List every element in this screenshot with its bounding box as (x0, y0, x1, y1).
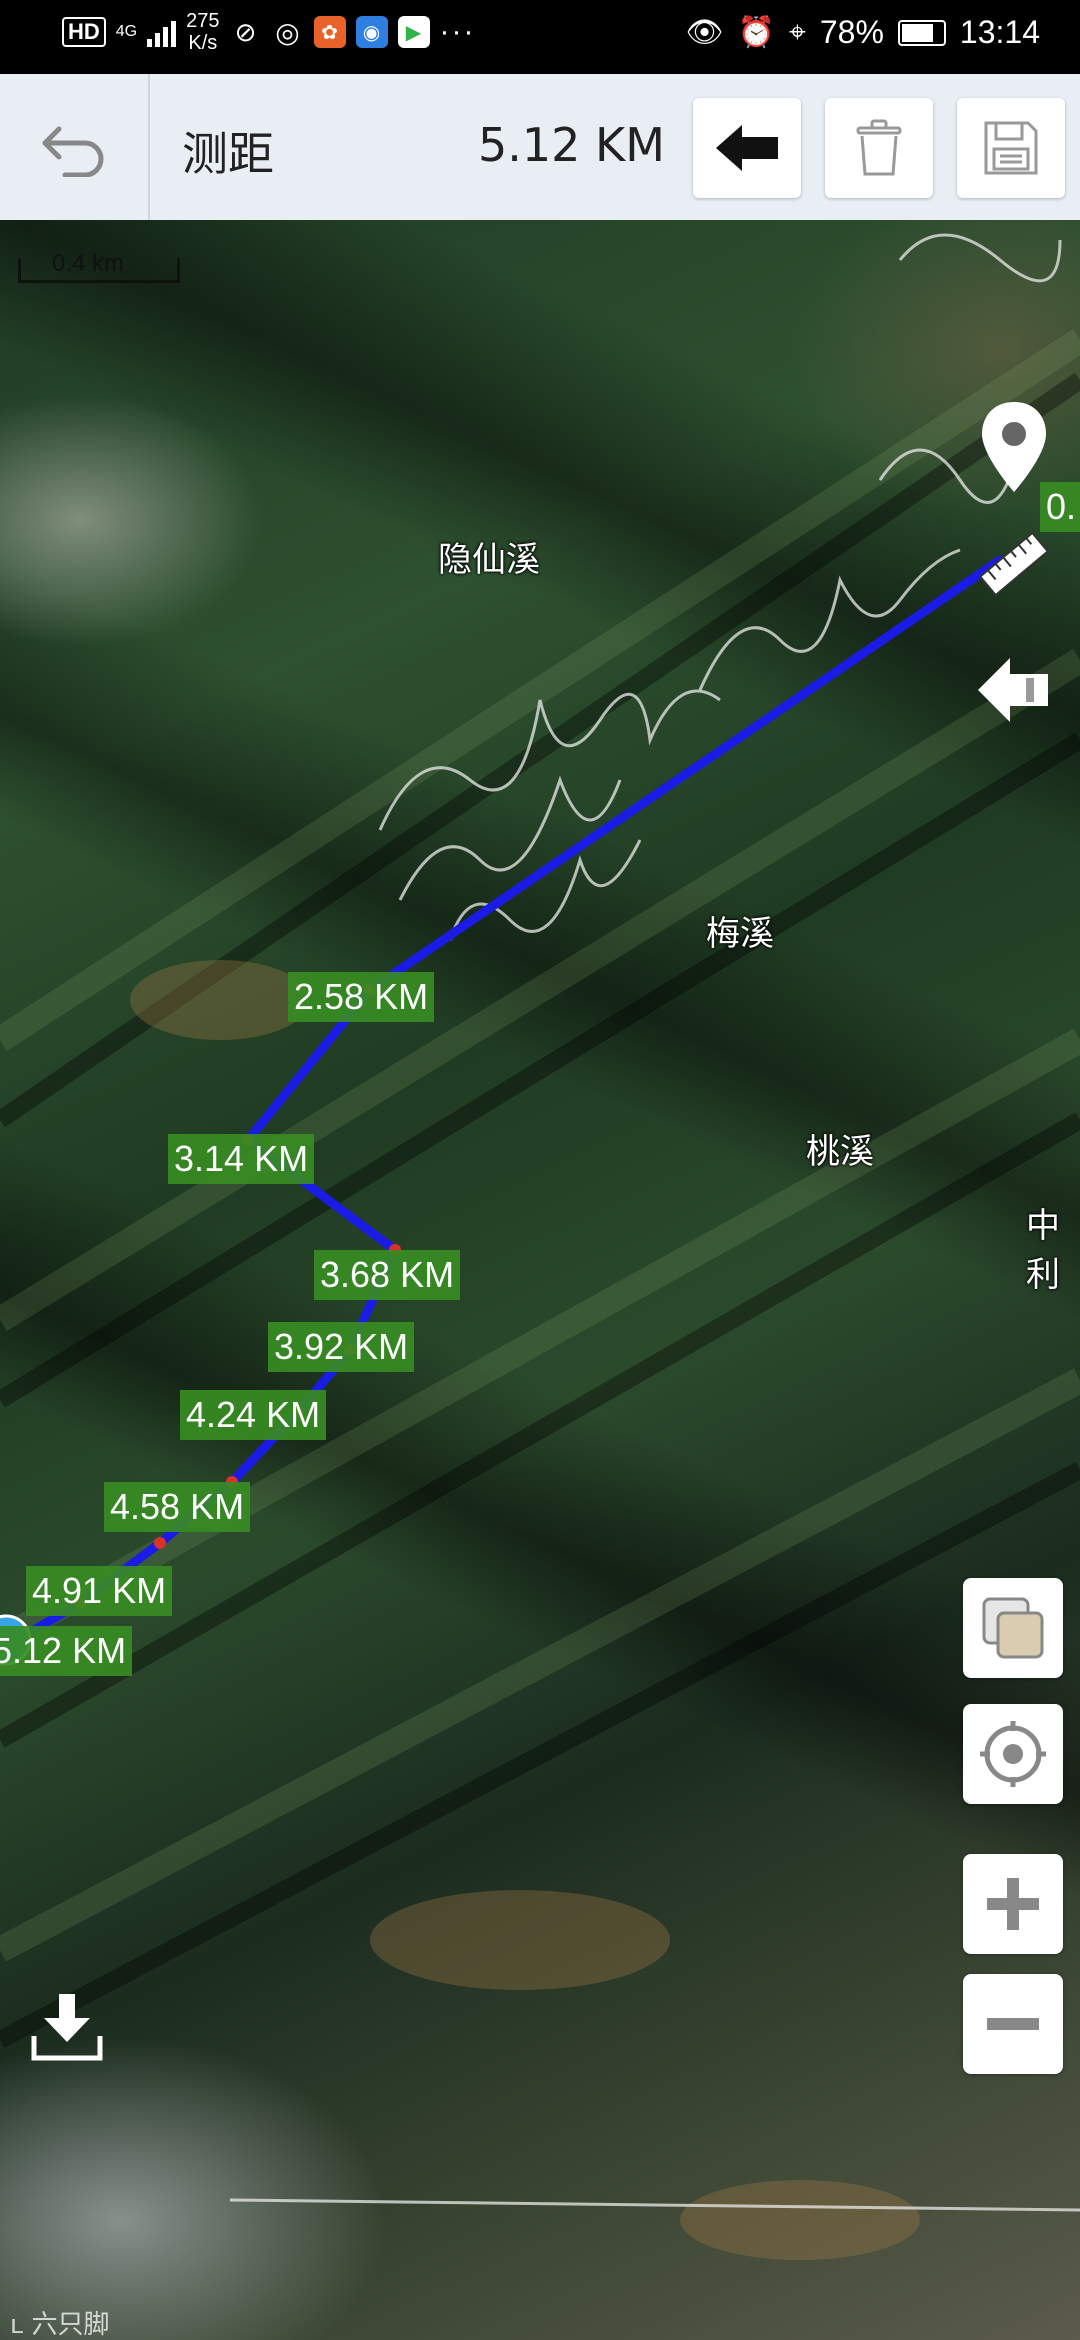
app-icon-blue: ◉ (355, 16, 388, 48)
distance-label-edge: 0. (1040, 482, 1080, 532)
watermark-text: 六只脚 (31, 2310, 110, 2340)
distance-label: 5.12 KM (0, 1626, 133, 1676)
left-arrow-icon (716, 125, 778, 171)
trash-icon (856, 119, 902, 176)
distance-label: 3.92 KM (268, 1322, 415, 1372)
save-button[interactable] (957, 98, 1065, 198)
signal-icon (147, 17, 177, 47)
plus-icon (987, 1878, 1039, 1930)
place-label-yinxianxi: 隐仙溪 (438, 540, 540, 580)
download-icon[interactable] (28, 1988, 106, 2066)
hd-indicator: HD (62, 17, 106, 47)
watermark: ʟ 六只脚 (10, 2304, 109, 2340)
place-label-zhongli: 中利 (1026, 1206, 1060, 1295)
location-icon: ⌖ (788, 15, 806, 49)
map-scale-label: 0.4 km (52, 250, 125, 277)
place-label-meixi: 梅溪 (706, 914, 774, 954)
ruler-icon[interactable] (976, 526, 1052, 602)
eye-icon: 👁 (685, 16, 724, 49)
map-terrain (0, 233, 1080, 2260)
end-point-arrow-icon[interactable] (976, 654, 1052, 726)
undo-arrow-icon (42, 126, 104, 177)
delete-button[interactable] (825, 98, 933, 198)
zoom-out-button[interactable] (963, 1974, 1063, 2074)
total-distance: 5.12 KM (478, 118, 665, 172)
distance-label: 4.24 KM (180, 1390, 327, 1440)
measure-toolbar: 测距 5.12 KM (0, 74, 1080, 221)
zoom-in-button[interactable] (963, 1854, 1063, 1954)
status-left: HD 4G 275 K/s ⊘ ◎ ✿ ◉ ▶ ··· (62, 10, 475, 54)
link-icon: ⊘ (234, 16, 257, 47)
distance-label: 4.91 KM (26, 1566, 173, 1616)
back-button[interactable] (0, 74, 150, 220)
speed-value: 275 (186, 10, 220, 32)
app-icon-orange: ✿ (313, 16, 346, 48)
satellite-map[interactable]: 0.4 km 隐仙溪 梅溪 桃溪 中利 0. 2.58 KM 3.14 KM 3… (0, 220, 1080, 2340)
layers-icon (982, 1597, 1044, 1659)
status-right: 👁 ⏰ ⌖ 78% 13:14 (686, 14, 1040, 51)
network-type: 4G (115, 23, 138, 40)
status-bar: HD 4G 275 K/s ⊘ ◎ ✿ ◉ ▶ ··· 👁 ⏰ ⌖ 78% 13… (0, 0, 1080, 74)
wechat-icon: ◎ (275, 16, 300, 48)
crosshair-icon (980, 1721, 1046, 1787)
floppy-disk-icon (984, 121, 1038, 175)
battery-icon (897, 19, 946, 46)
page-title: 测距 (182, 127, 274, 181)
minus-icon (987, 2018, 1039, 2030)
distance-label: 2.58 KM (288, 972, 435, 1022)
alarm-icon: ⏰ (737, 16, 775, 49)
distance-label: 3.14 KM (168, 1134, 315, 1184)
play-store-icon: ▶ (397, 16, 430, 48)
watermark-logo-icon: ʟ (10, 2310, 24, 2340)
map-layers-button[interactable] (963, 1578, 1063, 1678)
undo-point-button[interactable] (693, 98, 801, 198)
network-speed: 275 K/s (186, 10, 219, 54)
clock: 13:14 (959, 14, 1040, 50)
distance-label: 4.58 KM (104, 1482, 251, 1532)
place-label-taoxi: 桃溪 (806, 1132, 874, 1172)
locate-me-button[interactable] (963, 1704, 1063, 1804)
distance-label: 3.68 KM (314, 1250, 461, 1300)
more-notifications-icon: ··· (439, 15, 476, 48)
battery-percent: 78% (819, 14, 884, 50)
speed-unit: K/s (188, 32, 218, 54)
